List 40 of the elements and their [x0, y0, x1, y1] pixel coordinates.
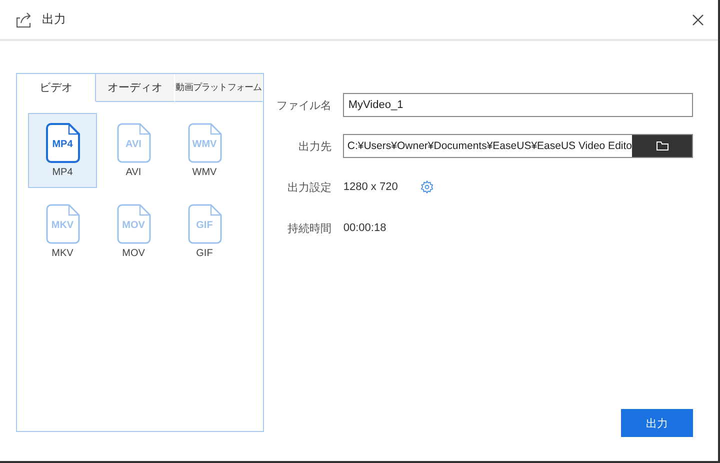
window-title: 出力 — [42, 11, 67, 28]
resolution-value: 1280 x 720 — [343, 181, 398, 193]
field-label: 出力設定 — [286, 180, 332, 194]
format-option[interactable]: MKV MKV — [28, 194, 97, 269]
format-option[interactable]: AVI AVI — [99, 113, 168, 188]
format-option[interactable]: MP4 MP4 — [28, 113, 97, 188]
file-icon — [116, 204, 150, 244]
duration-value: 00:00:18 — [343, 222, 386, 234]
format-label: WMV — [192, 167, 217, 178]
file-name-field[interactable]: MyVideo_1 — [343, 93, 693, 117]
settings-icon[interactable] — [420, 180, 434, 194]
format-code: WMV — [191, 139, 218, 150]
file-icon — [188, 204, 222, 244]
format-label: MP4 — [52, 167, 73, 178]
browse-button[interactable] — [632, 135, 692, 157]
file-icon — [46, 123, 80, 163]
format-label: GIF — [196, 248, 213, 259]
format-option[interactable]: MOV MOV — [99, 194, 168, 269]
file-icon — [188, 123, 222, 163]
field-label: 出力先 — [297, 140, 332, 154]
format-label: MKV — [52, 248, 74, 259]
format-code: GIF — [195, 220, 214, 231]
format-tab[interactable]: オーディオ — [96, 74, 175, 102]
file-icon — [46, 204, 80, 244]
format-label: MOV — [122, 248, 145, 259]
format-code: MP4 — [51, 139, 74, 150]
format-label: AVI — [126, 167, 142, 178]
close-icon[interactable] — [692, 14, 704, 26]
format-option[interactable]: GIF GIF — [170, 194, 239, 269]
format-code: MOV — [121, 220, 146, 231]
output-path-field[interactable]: C:¥Users¥Owner¥Documents¥EaseUS¥EaseUS Video Edito — [343, 134, 693, 158]
format-option[interactable]: WMV WMV — [170, 113, 239, 188]
format-code: MKV — [50, 220, 75, 231]
format-code: AVI — [124, 139, 142, 150]
format-tab[interactable]: 動画プラットフォーム — [175, 74, 264, 102]
folder-icon — [656, 141, 668, 151]
export-button[interactable]: 出力 — [621, 409, 693, 437]
field-label: ファイル名 — [276, 98, 332, 112]
field-label: 持続時間 — [286, 222, 332, 236]
file-icon — [116, 123, 150, 163]
